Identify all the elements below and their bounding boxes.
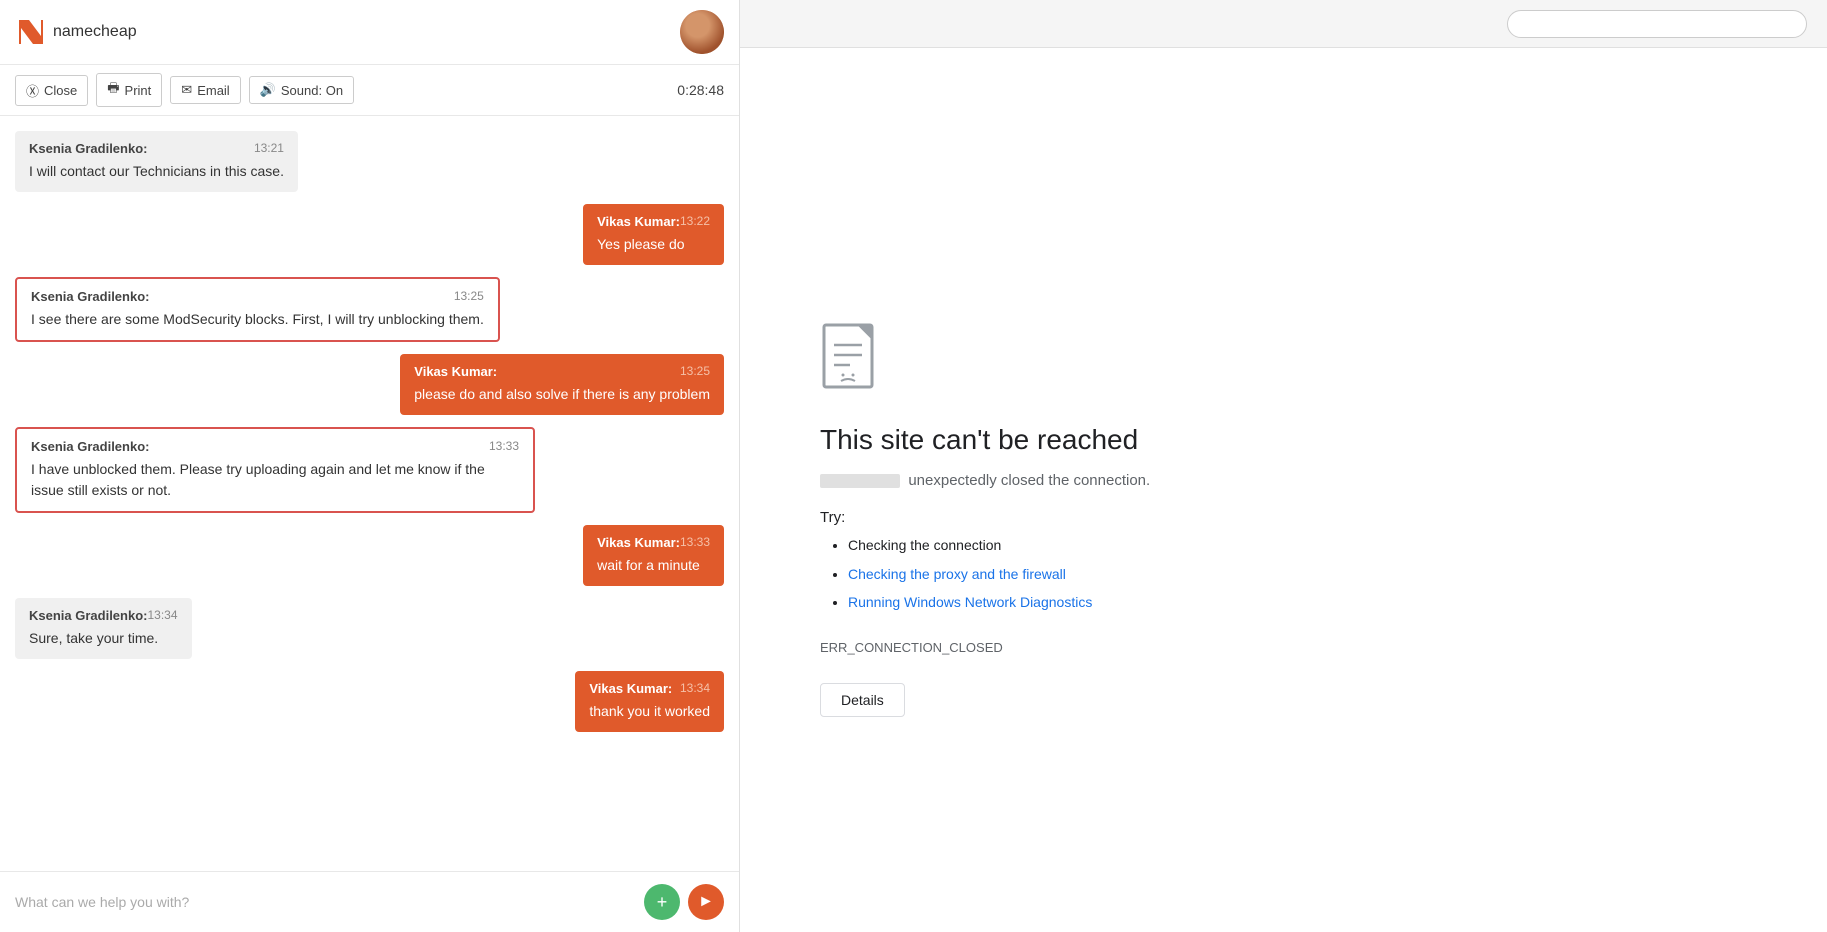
- details-button[interactable]: Details: [820, 683, 905, 717]
- msg-time: 13:22: [680, 214, 710, 229]
- namecheap-logo-icon: [15, 16, 47, 48]
- redacted-domain: [820, 474, 900, 488]
- close-label: Close: [44, 83, 77, 98]
- print-label: Print: [125, 83, 152, 98]
- error-title: This site can't be reached: [820, 424, 1138, 456]
- browser-panel: This site can't be reached unexpectedly …: [740, 0, 1827, 932]
- chat-input-placeholder: What can we help you with?: [15, 894, 189, 910]
- attach-icon: +: [657, 892, 668, 913]
- msg-time: 13:25: [454, 289, 484, 304]
- avatar: [680, 10, 724, 54]
- error-subtitle: unexpectedly closed the connection.: [820, 472, 1150, 489]
- chat-send-buttons: + ►: [644, 884, 724, 920]
- msg-time: 13:21: [254, 141, 284, 156]
- msg-sender: Ksenia Gradilenko:: [31, 439, 149, 454]
- msg-sender: Vikas Kumar:: [589, 681, 672, 696]
- send-icon: ►: [698, 893, 714, 911]
- error-suggestion-link[interactable]: Running Windows Network Diagnostics: [848, 594, 1092, 610]
- close-button[interactable]: Ⓧ Close: [15, 75, 88, 106]
- msg-text: please do and also solve if there is any…: [414, 384, 710, 405]
- agent-message: Ksenia Gradilenko: 13:21 I will contact …: [15, 131, 298, 192]
- address-bar[interactable]: [1507, 10, 1807, 38]
- error-suggestions-list: Checking the connection Checking the prox…: [820, 534, 1092, 619]
- msg-text: thank you it worked: [589, 701, 710, 722]
- msg-text: Sure, take your time.: [29, 628, 178, 649]
- error-icon: [820, 323, 888, 400]
- chat-timer: 0:28:48: [677, 82, 724, 98]
- error-content: This site can't be reached unexpectedly …: [740, 48, 1827, 932]
- attach-button[interactable]: +: [644, 884, 680, 920]
- msg-sender: Ksenia Gradilenko:: [29, 608, 147, 623]
- chat-input-area: What can we help you with? + ►: [0, 871, 739, 932]
- chat-messages-area[interactable]: Ksenia Gradilenko: 13:21 I will contact …: [0, 116, 739, 871]
- email-label: Email: [197, 83, 230, 98]
- print-icon: 🖶: [107, 79, 119, 101]
- msg-sender: Ksenia Gradilenko:: [31, 289, 149, 304]
- chat-header: namecheap: [0, 0, 739, 65]
- msg-text: wait for a minute: [597, 555, 710, 576]
- email-button[interactable]: ✉ Email: [170, 76, 240, 104]
- chat-toolbar: Ⓧ Close 🖶 Print ✉ Email 🔊 Sound: On 0:28…: [0, 65, 739, 116]
- error-suggestion-item[interactable]: Running Windows Network Diagnostics: [848, 591, 1092, 613]
- msg-time: 13:25: [680, 364, 710, 379]
- error-suggestion-item: Checking the connection: [848, 534, 1092, 556]
- msg-time: 13:33: [489, 439, 519, 454]
- chat-panel: namecheap Ⓧ Close 🖶 Print ✉ Email 🔊 Soun…: [0, 0, 740, 932]
- sound-button[interactable]: 🔊 Sound: On: [249, 76, 354, 104]
- sound-icon: 🔊: [260, 82, 276, 98]
- msg-text: Yes please do: [597, 234, 710, 255]
- error-try-label: Try:: [820, 509, 845, 526]
- msg-text: I see there are some ModSecurity blocks.…: [31, 309, 484, 330]
- error-subtitle-text: unexpectedly closed the connection.: [908, 472, 1150, 489]
- msg-text: I will contact our Technicians in this c…: [29, 161, 284, 182]
- agent-message: Ksenia Gradilenko: 13:25 I see there are…: [15, 277, 500, 342]
- error-suggestion-item[interactable]: Checking the proxy and the firewall: [848, 563, 1092, 585]
- logo-area: namecheap: [15, 16, 137, 48]
- email-icon: ✉: [181, 82, 192, 98]
- user-avatar-img: [680, 10, 724, 54]
- agent-message: Ksenia Gradilenko: 13:34 Sure, take your…: [15, 598, 192, 659]
- sound-label: Sound: On: [281, 83, 343, 98]
- sad-document-icon: [820, 323, 888, 395]
- msg-time: 13:33: [680, 535, 710, 550]
- msg-sender: Vikas Kumar:: [597, 535, 680, 550]
- print-button[interactable]: 🖶 Print: [96, 73, 162, 107]
- msg-sender: Vikas Kumar:: [597, 214, 680, 229]
- user-message: Vikas Kumar: 13:34 thank you it worked: [575, 671, 724, 732]
- user-message: Vikas Kumar: 13:22 Yes please do: [583, 204, 724, 265]
- msg-time: 13:34: [680, 681, 710, 696]
- user-message: Vikas Kumar: 13:33 wait for a minute: [583, 525, 724, 586]
- msg-sender: Ksenia Gradilenko:: [29, 141, 147, 156]
- user-message: Vikas Kumar: 13:25 please do and also so…: [400, 354, 724, 415]
- msg-text: I have unblocked them. Please try upload…: [31, 459, 519, 501]
- browser-addressbar: [740, 0, 1827, 48]
- msg-time: 13:34: [147, 608, 177, 623]
- msg-sender: Vikas Kumar:: [414, 364, 497, 379]
- logo-text: namecheap: [53, 23, 137, 41]
- send-button[interactable]: ►: [688, 884, 724, 920]
- error-code: ERR_CONNECTION_CLOSED: [820, 640, 1003, 655]
- close-icon: Ⓧ: [26, 81, 39, 100]
- agent-message: Ksenia Gradilenko: 13:33 I have unblocke…: [15, 427, 535, 513]
- error-suggestion-link[interactable]: Checking the proxy and the firewall: [848, 566, 1066, 582]
